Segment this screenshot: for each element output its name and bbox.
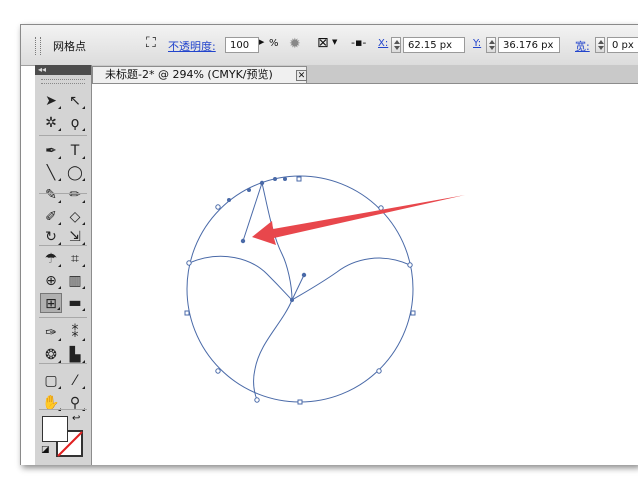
tool-divider bbox=[39, 409, 87, 410]
tool-divider bbox=[39, 317, 87, 318]
eraser-tool[interactable]: ◇ bbox=[64, 207, 86, 227]
symbol-sprayer-tool[interactable]: ❂ bbox=[40, 345, 62, 365]
anchor-point[interactable] bbox=[215, 204, 221, 210]
annotation-arrow bbox=[252, 195, 465, 245]
y-stepper[interactable] bbox=[486, 37, 496, 53]
document-tab-title: 未标题-2* @ 294% (CMYK/预览) bbox=[105, 68, 273, 81]
line-tool[interactable]: ╲ bbox=[40, 163, 62, 183]
selected-anchor[interactable] bbox=[247, 188, 251, 192]
mesh-options-icon[interactable]: ⛶ bbox=[146, 35, 156, 51]
anchor-point-icon[interactable]: -▪- bbox=[351, 36, 366, 49]
tools-panel: ◂◂ ➤ ↖ ✲ ϙ ✒ T ╲ ◯ ✎ ✏ ✐ ◇ ↻ ⇲ ☂ ⌗ ⊕ ▥ ⊞ ▬ ✑ ⁑ ❂ ▙ ▢ ⁄ ✋ ⚲ ↩ ◪ bbox=[35, 65, 92, 465]
anchor-point[interactable] bbox=[296, 176, 302, 182]
rotate-tool[interactable]: ↻ bbox=[40, 227, 62, 247]
paintbrush-tool[interactable]: ✎ bbox=[40, 185, 62, 205]
tool-divider bbox=[39, 135, 87, 136]
selected-anchor[interactable] bbox=[290, 298, 294, 302]
illustrator-window: 网格点 ⛶ 不透明度: 100 ▶ % ✹ ⊠ ▼ -▪- X: 62.15 p… bbox=[20, 24, 638, 465]
free-transform-tool[interactable]: ⌗ bbox=[64, 249, 86, 269]
selected-anchor[interactable] bbox=[301, 272, 307, 278]
tools-panel-grip[interactable] bbox=[41, 79, 85, 84]
x-input[interactable]: 62.15 px bbox=[403, 37, 465, 53]
eyedropper-tool[interactable]: ✑ bbox=[40, 323, 62, 343]
gradient-tool[interactable]: ▬ bbox=[64, 293, 86, 313]
align-dropdown-icon[interactable]: ▼ bbox=[332, 38, 337, 46]
swap-fill-stroke-icon[interactable]: ↩ bbox=[72, 413, 80, 424]
selected-anchor[interactable] bbox=[240, 238, 246, 244]
inner-curve-right[interactable] bbox=[291, 257, 411, 301]
anchor-point[interactable] bbox=[407, 262, 413, 268]
pen-tool[interactable]: ✒ bbox=[40, 141, 62, 161]
anchor-point[interactable] bbox=[254, 397, 260, 403]
tool-divider bbox=[39, 363, 87, 364]
type-tool[interactable]: T bbox=[64, 141, 86, 161]
inner-curve-left[interactable] bbox=[188, 255, 293, 301]
ellipse-tool[interactable]: ◯ bbox=[64, 163, 86, 183]
opacity-input[interactable]: 100 bbox=[225, 37, 259, 53]
anchor-point[interactable] bbox=[378, 205, 384, 211]
x-stepper[interactable] bbox=[391, 37, 401, 53]
anchor-point[interactable] bbox=[215, 368, 221, 374]
blob-brush-tool[interactable]: ✐ bbox=[40, 207, 62, 227]
recolor-artwork-icon[interactable]: ✹ bbox=[289, 36, 301, 52]
slice-tool[interactable]: ⁄ bbox=[64, 371, 86, 391]
selected-anchor[interactable] bbox=[227, 198, 231, 202]
default-colors-icon[interactable]: ◪ bbox=[41, 445, 50, 455]
selected-anchor[interactable] bbox=[259, 180, 265, 186]
tools-panel-collapse-icon[interactable]: ◂◂ bbox=[35, 65, 91, 75]
anchor-point[interactable] bbox=[297, 399, 303, 405]
width-input[interactable]: 0 px bbox=[607, 37, 638, 53]
artboard-tool[interactable]: ▢ bbox=[40, 371, 62, 391]
blend-tool[interactable]: ⁑ bbox=[64, 323, 86, 343]
x-coordinate-label[interactable]: X: bbox=[378, 38, 388, 49]
anchor-point[interactable] bbox=[376, 368, 382, 374]
opacity-percent: % bbox=[269, 38, 279, 49]
warp-tool[interactable]: ☂ bbox=[40, 249, 62, 269]
document-tab[interactable]: 未标题-2* @ 294% (CMYK/预览) ✕ bbox=[92, 66, 307, 83]
lasso-tool[interactable]: ϙ bbox=[64, 113, 86, 133]
selected-anchor[interactable] bbox=[273, 177, 277, 181]
inner-curve-bottom[interactable] bbox=[253, 299, 293, 401]
tool-divider bbox=[39, 193, 87, 194]
document-tab-bar: 未标题-2* @ 294% (CMYK/预览) ✕ bbox=[92, 65, 638, 84]
close-tab-icon[interactable]: ✕ bbox=[296, 70, 307, 81]
shape-builder-tool[interactable]: ⊕ bbox=[40, 271, 62, 291]
tool-divider bbox=[39, 245, 87, 246]
opacity-link[interactable]: 不透明度: bbox=[168, 38, 216, 54]
fill-swatch[interactable] bbox=[42, 416, 68, 442]
direct-selection-tool[interactable]: ↖ bbox=[64, 91, 86, 111]
control-bar: 网格点 ⛶ 不透明度: 100 ▶ % ✹ ⊠ ▼ -▪- X: 62.15 p… bbox=[21, 25, 638, 66]
opacity-dropdown-arrow-icon[interactable]: ▶ bbox=[259, 38, 264, 46]
hand-tool[interactable]: ✋ bbox=[40, 393, 62, 413]
artwork bbox=[184, 175, 465, 405]
selected-anchor[interactable] bbox=[283, 177, 287, 181]
zoom-tool[interactable]: ⚲ bbox=[64, 393, 86, 413]
perspective-grid-tool[interactable]: ▥ bbox=[64, 271, 86, 291]
selection-tool[interactable]: ➤ bbox=[40, 91, 62, 111]
column-graph-tool[interactable]: ▙ bbox=[64, 345, 86, 365]
current-tool-name: 网格点 bbox=[53, 40, 86, 53]
artboard-canvas[interactable] bbox=[92, 84, 638, 465]
anchor-point[interactable] bbox=[184, 310, 190, 316]
control-bar-grip[interactable] bbox=[35, 37, 41, 55]
width-label[interactable]: 宽: bbox=[575, 38, 590, 54]
pencil-tool[interactable]: ✏ bbox=[64, 185, 86, 205]
mesh-tool[interactable]: ⊞ bbox=[40, 293, 62, 313]
y-input[interactable]: 36.176 px bbox=[498, 37, 560, 53]
align-to-selection-icon[interactable]: ⊠ bbox=[317, 35, 329, 51]
anchor-point[interactable] bbox=[186, 260, 192, 266]
anchor-point[interactable] bbox=[410, 310, 416, 316]
magic-wand-tool[interactable]: ✲ bbox=[40, 113, 62, 133]
y-coordinate-label[interactable]: Y: bbox=[473, 38, 481, 49]
width-stepper[interactable] bbox=[595, 37, 605, 53]
scale-tool[interactable]: ⇲ bbox=[64, 227, 86, 247]
